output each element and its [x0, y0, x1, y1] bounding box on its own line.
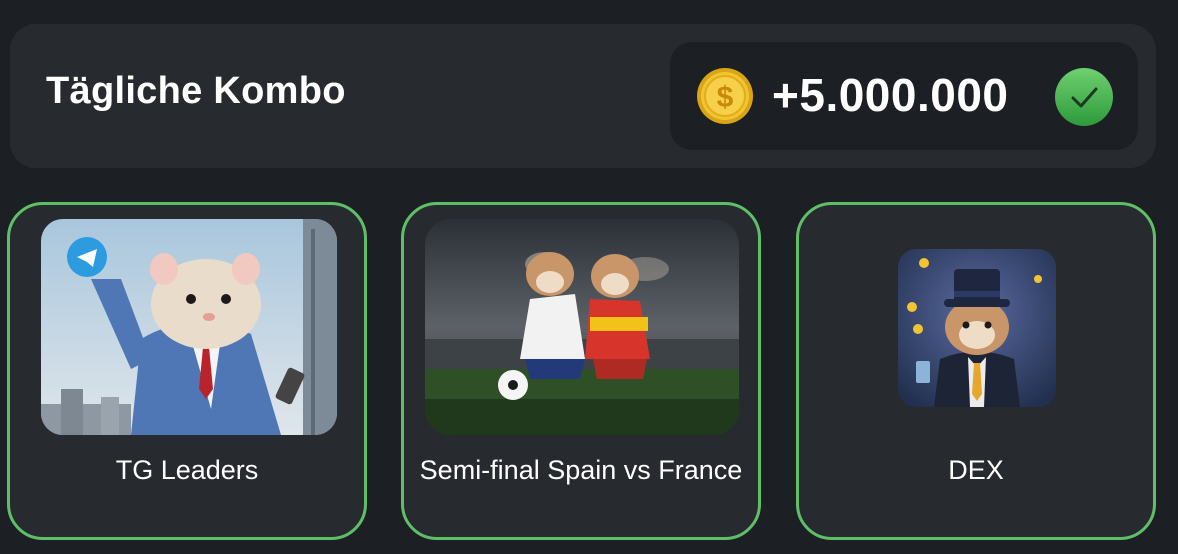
card-label: Semi-final Spain vs France — [419, 455, 743, 485]
coin-icon: $ — [696, 67, 754, 125]
daily-combo-header: Tägliche Kombo $ +5.000.000 — [10, 24, 1156, 168]
hamster-top-hat-image — [898, 249, 1056, 407]
combo-card-dex[interactable]: DEX — [796, 202, 1156, 540]
hamster-businessman-image — [41, 219, 337, 435]
svg-text:$: $ — [717, 81, 734, 114]
hamsters-football-image — [425, 219, 739, 435]
reward-amount: +5.000.000 — [772, 69, 1009, 121]
combo-card-tg-leaders[interactable]: TG Leaders — [7, 202, 367, 540]
card-label: DEX — [948, 455, 1004, 485]
daily-combo-title: Tägliche Kombo — [46, 70, 346, 112]
reward-panel: $ +5.000.000 — [670, 42, 1138, 150]
card-label: TG Leaders — [115, 455, 259, 485]
combo-card-semi-final[interactable]: Semi-final Spain vs France — [401, 202, 761, 540]
check-icon — [1054, 67, 1114, 127]
